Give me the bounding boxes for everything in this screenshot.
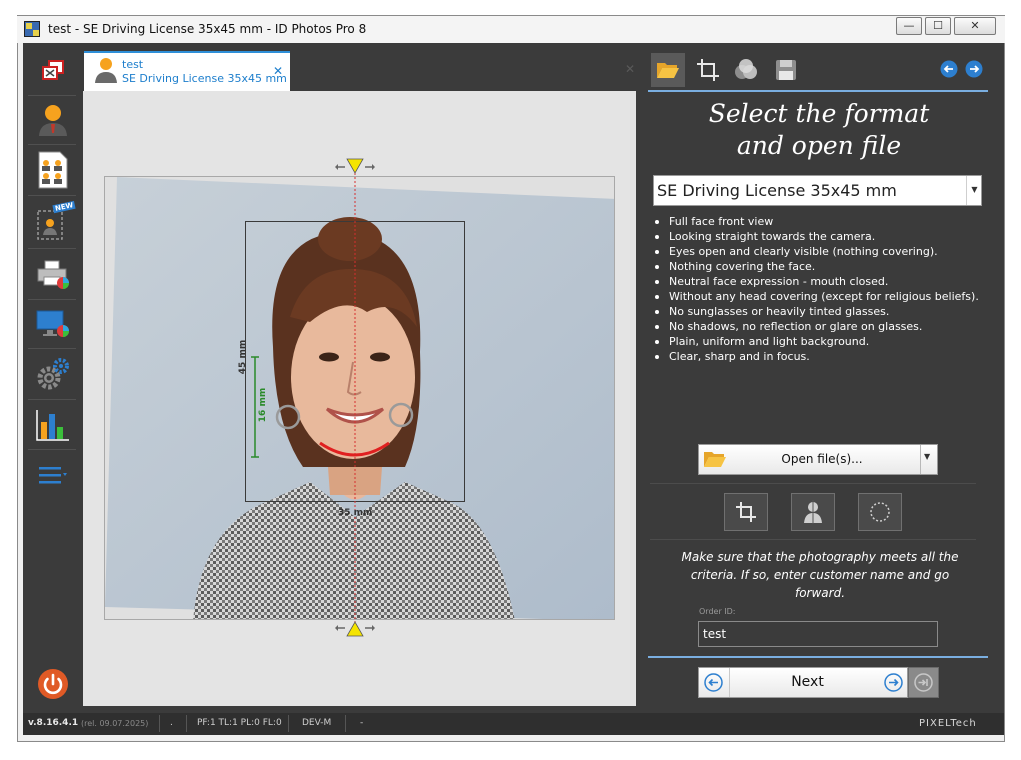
status-mode: DEV-M (302, 718, 332, 728)
width-dimension-label: 35 mm (338, 508, 373, 518)
tab-close-button[interactable]: ✕ (273, 64, 283, 78)
close-button[interactable]: ✕ (954, 17, 996, 35)
sidebar-divider (28, 449, 76, 450)
window-title: test - SE Driving License 35x45 mm - ID … (48, 22, 367, 36)
color-icon (735, 59, 757, 79)
silhouette-icon (804, 500, 822, 524)
menu-icon (39, 467, 67, 484)
photo-print-icon (42, 60, 64, 80)
printer-icon (37, 260, 69, 289)
crop-icon (697, 59, 719, 81)
open-files-label: Open file(s)... (781, 452, 863, 466)
tabbar-close-button[interactable]: ✕ (625, 62, 635, 76)
brand-logo: PIXELTech (919, 718, 977, 729)
face-detect-button[interactable] (858, 493, 902, 531)
sidebar-divider (28, 195, 76, 196)
instructions-text: Make sure that the photography meets all… (681, 550, 959, 600)
open-files-split (920, 445, 921, 474)
panel-title-line2: and open file (736, 131, 902, 160)
person-icon (39, 105, 67, 136)
forward-nav-button[interactable] (965, 60, 983, 81)
monitor-button[interactable] (23, 300, 83, 348)
tab-format: SE Driving License 35x45 mm (122, 72, 287, 85)
requirement-item: Clear, sharp and in focus. (652, 349, 979, 364)
status-separator (345, 715, 346, 732)
guide-overlay (251, 158, 390, 637)
status-dash: - (360, 718, 364, 728)
power-button[interactable] (23, 660, 83, 708)
passport-sheet-button[interactable] (23, 145, 83, 195)
face-dimension-label: 16 mm (258, 387, 269, 423)
settings-button[interactable] (23, 350, 83, 398)
gear-icon (37, 358, 69, 390)
dotted-circle-icon (870, 502, 890, 522)
requirement-item: Neutral face expression - mouth closed. (652, 274, 979, 289)
requirement-item: Eyes open and clearly visible (nothing c… (652, 244, 979, 259)
skip-end-icon (914, 673, 933, 692)
version-text: v.8.16.4.1 (28, 718, 79, 728)
skip-to-end-button[interactable] (908, 667, 939, 698)
requirement-item: Looking straight towards the camera. (652, 229, 979, 244)
folder-icon (657, 63, 679, 78)
back-nav-button[interactable] (940, 60, 958, 81)
tab-title: test (122, 58, 144, 71)
chevron-down-icon[interactable]: ▼ (924, 452, 930, 461)
arrow-left-icon[interactable] (704, 673, 723, 692)
requirements-list: Full face front view Looking straight to… (652, 214, 979, 364)
requirement-item: No sunglasses or heavily tinted glasses. (652, 304, 979, 319)
panel-separator (650, 539, 976, 540)
person-icon (95, 58, 117, 83)
panel-title-line1: Select the format (708, 99, 930, 128)
open-step-button[interactable] (651, 53, 685, 87)
requirement-item: Plain, uniform and light background. (652, 334, 979, 349)
photo-print-button[interactable] (23, 47, 83, 95)
maximize-button[interactable]: ☐ (925, 17, 951, 35)
save-icon (776, 60, 796, 80)
top-marker[interactable] (346, 158, 364, 174)
sidebar-divider (28, 399, 76, 400)
arrow-right-icon (965, 60, 983, 78)
arrow-left-icon (940, 60, 958, 78)
passport-sheet-icon (38, 151, 68, 189)
app-icon (24, 21, 40, 37)
height-dimension-label: 45 mm (238, 339, 249, 375)
chart-icon (36, 410, 69, 441)
panel-title: Select the format and open file (650, 98, 988, 162)
minimize-button[interactable]: — (896, 17, 922, 35)
crop-icon (736, 502, 756, 522)
panel-separator (650, 483, 976, 484)
panel-divider (648, 656, 988, 658)
power-icon (38, 669, 68, 699)
chevron-down-icon[interactable]: ▼ (966, 176, 982, 205)
format-select-value: SE Driving License 35x45 mm (657, 181, 897, 200)
sidebar-divider (28, 248, 76, 249)
order-id-label: Order ID: (699, 607, 736, 616)
requirement-item: Nothing covering the face. (652, 259, 979, 274)
order-id-input[interactable] (698, 621, 938, 647)
save-step-button[interactable] (769, 53, 803, 87)
statistics-button[interactable] (23, 401, 83, 449)
auto-crop-button[interactable] (724, 493, 768, 531)
status-dot: . (170, 718, 173, 728)
requirement-item: No shadows, no reflection or glare on gl… (652, 319, 979, 334)
next-button-label: Next (791, 674, 824, 690)
sidebar-divider (28, 348, 76, 349)
requirement-item: Full face front view (652, 214, 979, 229)
panel-divider (648, 90, 988, 92)
menu-button[interactable] (23, 452, 83, 500)
status-separator (159, 715, 160, 732)
printer-button[interactable] (23, 251, 83, 299)
status-separator (288, 715, 289, 732)
crop-step-button[interactable] (691, 53, 725, 87)
status-flags: PF:1 TL:1 PL:0 FL:0 (197, 718, 282, 728)
status-separator (186, 715, 187, 732)
arrow-right-icon (884, 673, 903, 692)
color-step-button[interactable] (729, 53, 763, 87)
release-date: (rel. 09.07.2025) (81, 719, 149, 728)
monitor-icon (36, 310, 69, 337)
requirement-item: Without any head covering (except for re… (652, 289, 979, 304)
bottom-marker[interactable] (346, 621, 364, 637)
person-button[interactable] (23, 96, 83, 144)
silhouette-button[interactable] (791, 493, 835, 531)
